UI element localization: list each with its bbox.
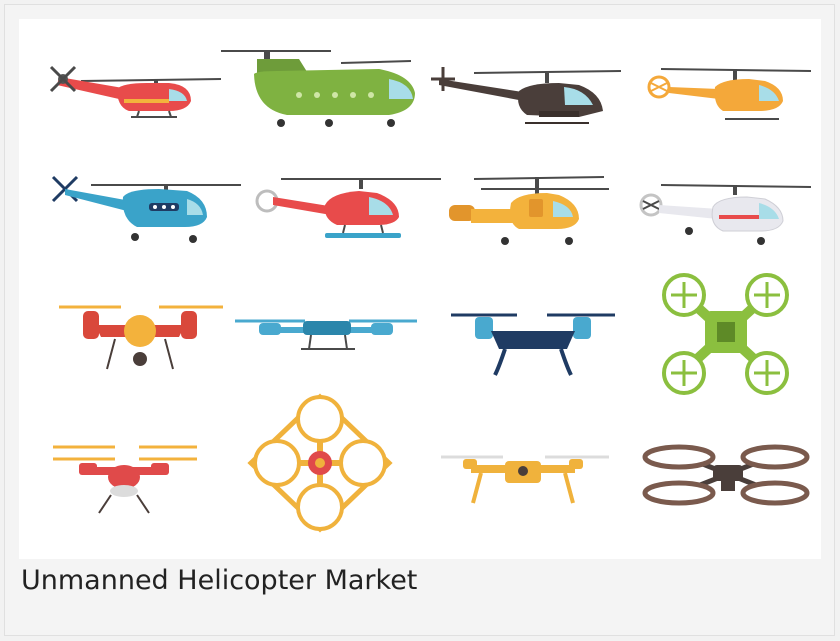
red-float-helicopter-icon bbox=[255, 178, 441, 238]
navy-drone-icon bbox=[451, 313, 615, 376]
caption-title[interactable]: Unmanned Helicopter Market bbox=[21, 565, 417, 596]
red-helicopter-icon bbox=[49, 65, 222, 118]
drones-illustration bbox=[19, 19, 821, 559]
green-quadcopter-icon bbox=[662, 273, 789, 395]
red-white-drone-icon bbox=[53, 445, 197, 514]
yellow-camera-drone-icon bbox=[441, 455, 609, 504]
article-card[interactable]: Unmanned Helicopter Market bbox=[4, 4, 835, 636]
brown-quadcopter-icon bbox=[642, 444, 810, 506]
drones-illustration-svg bbox=[49, 50, 812, 533]
blue-drone-icon bbox=[235, 319, 417, 350]
gold-quadcopter-icon bbox=[247, 393, 393, 533]
yellow-helicopter-icon bbox=[449, 176, 609, 245]
white-helicopter-icon bbox=[639, 184, 812, 245]
red-camera-drone-icon bbox=[59, 305, 223, 370]
dark-attack-helicopter-icon bbox=[431, 67, 622, 124]
orange-helicopter-icon bbox=[647, 68, 812, 120]
blue-helicopter-icon bbox=[51, 175, 241, 243]
green-tandem-rotor-helicopter-icon bbox=[221, 50, 415, 127]
